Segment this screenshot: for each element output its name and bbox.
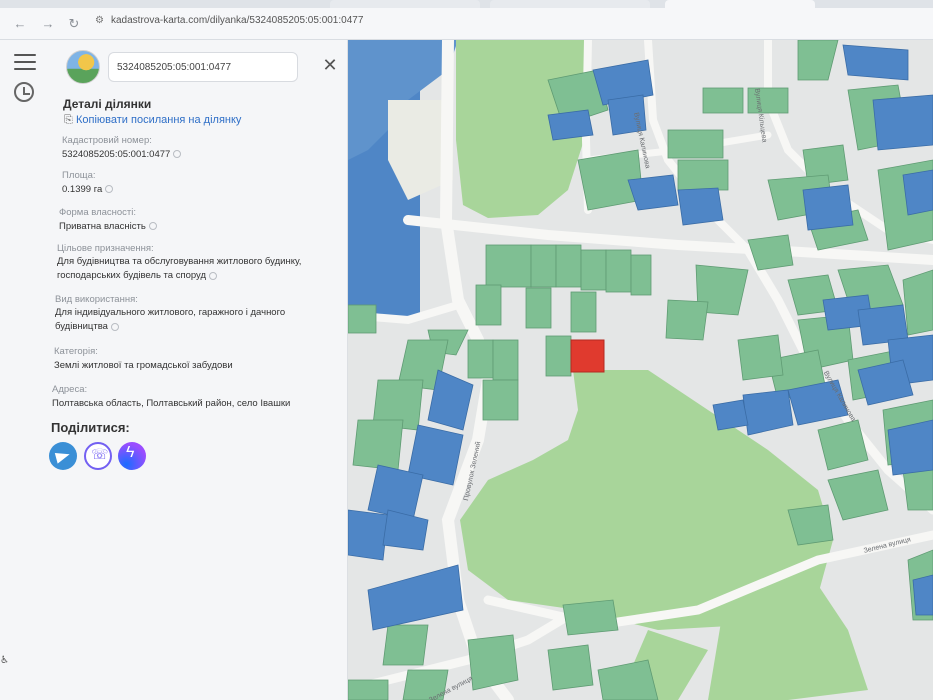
site-info-icon[interactable]: ⚙	[95, 15, 105, 26]
viber-share-button[interactable]	[84, 442, 112, 470]
tab-strip	[0, 0, 933, 8]
info-icon[interactable]	[105, 185, 114, 194]
selected-parcel[interactable]	[570, 339, 605, 373]
share-title: Поділитися:	[51, 420, 130, 435]
field-label: Категорія:	[54, 346, 98, 357]
copy-link-button[interactable]: ⎘ Копіювати посилання на ділянку	[64, 114, 241, 127]
browser-toolbar: ← → ↻ ⚙ kadastrova-karta.com/dilyanka/532…	[0, 8, 933, 40]
field-value-cadastral: 5324085205:05:001:0477	[62, 148, 182, 162]
panel-title: Деталі ділянки	[63, 97, 152, 111]
field-label: Вид використання:	[55, 294, 138, 305]
site-logo[interactable]	[66, 50, 100, 84]
field-value-purpose: Для будівництва та обслуговування житлов…	[57, 256, 302, 282]
telegram-share-button[interactable]	[49, 442, 77, 470]
field-label: Кадастровий номер:	[62, 135, 152, 146]
left-rail	[0, 40, 48, 700]
back-icon[interactable]: ←	[10, 14, 30, 34]
reload-icon[interactable]: ↻	[64, 14, 84, 34]
info-icon[interactable]	[110, 322, 119, 331]
info-icon[interactable]	[209, 271, 218, 280]
info-icon[interactable]	[173, 150, 182, 159]
address-text: kadastrova-karta.com/dilyanka/5324085205…	[111, 15, 364, 26]
search-input[interactable]: 5324085205:05:001:0477	[108, 52, 298, 82]
cadastral-map[interactable]: Вулиця Калинова Вулиця Кільцева Вулиця К…	[348, 40, 933, 700]
close-icon[interactable]: ✕	[320, 55, 340, 75]
field-value-category: Землі житлової та громадської забудови	[54, 360, 233, 371]
field-label: Форма власності:	[59, 207, 137, 218]
browser-tab[interactable]	[490, 0, 650, 8]
field-label: Адреса:	[52, 384, 88, 395]
messenger-share-button[interactable]	[118, 442, 146, 470]
field-value-usage: Для індивідуального житлового, гаражного…	[55, 307, 286, 333]
field-value-address: Полтавська область, Полтавський район, с…	[52, 398, 291, 409]
menu-icon[interactable]	[14, 54, 36, 70]
forward-icon[interactable]: →	[38, 14, 58, 34]
accessibility-icon[interactable]: ♿	[0, 655, 14, 695]
field-value-ownership: Приватна власність	[59, 220, 157, 234]
field-label: Площа:	[62, 170, 96, 181]
field-label: Цільове призначення:	[57, 243, 154, 254]
browser-tab-active[interactable]	[665, 0, 815, 8]
link-icon: ⎘	[64, 114, 73, 126]
browser-tab[interactable]	[330, 0, 480, 8]
history-icon[interactable]	[14, 82, 34, 102]
copy-link-label: Копіювати посилання на ділянку	[76, 114, 242, 126]
address-bar[interactable]: ⚙ kadastrova-karta.com/dilyanka/532408520…	[95, 15, 363, 26]
info-icon[interactable]	[148, 222, 157, 231]
field-value-area: 0.1399 га	[62, 183, 114, 197]
